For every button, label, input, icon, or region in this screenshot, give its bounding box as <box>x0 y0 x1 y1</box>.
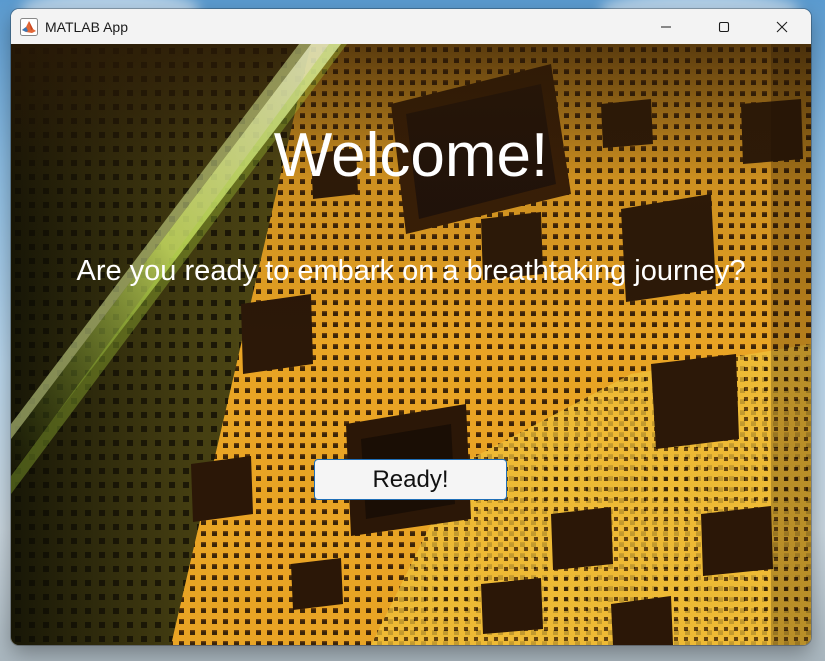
maximize-button[interactable] <box>695 9 753 44</box>
minimize-icon <box>661 26 671 27</box>
journey-subtitle: Are you ready to embark on a breathtakin… <box>76 255 746 287</box>
app-window: MATLAB App Welcome! Are you ready to emb… <box>11 9 811 645</box>
close-button[interactable] <box>753 9 811 44</box>
close-icon <box>776 21 788 32</box>
app-canvas: Welcome! Are you ready to embark on a br… <box>11 44 811 645</box>
maximize-icon <box>718 21 730 32</box>
minimize-button[interactable] <box>637 9 695 44</box>
welcome-heading: Welcome! <box>273 121 549 190</box>
window-controls <box>637 9 811 44</box>
ready-button[interactable]: Ready! <box>314 459 507 500</box>
title-bar[interactable]: MATLAB App <box>11 9 811 44</box>
window-title: MATLAB App <box>45 18 129 35</box>
matlab-membrane-icon <box>20 17 38 36</box>
